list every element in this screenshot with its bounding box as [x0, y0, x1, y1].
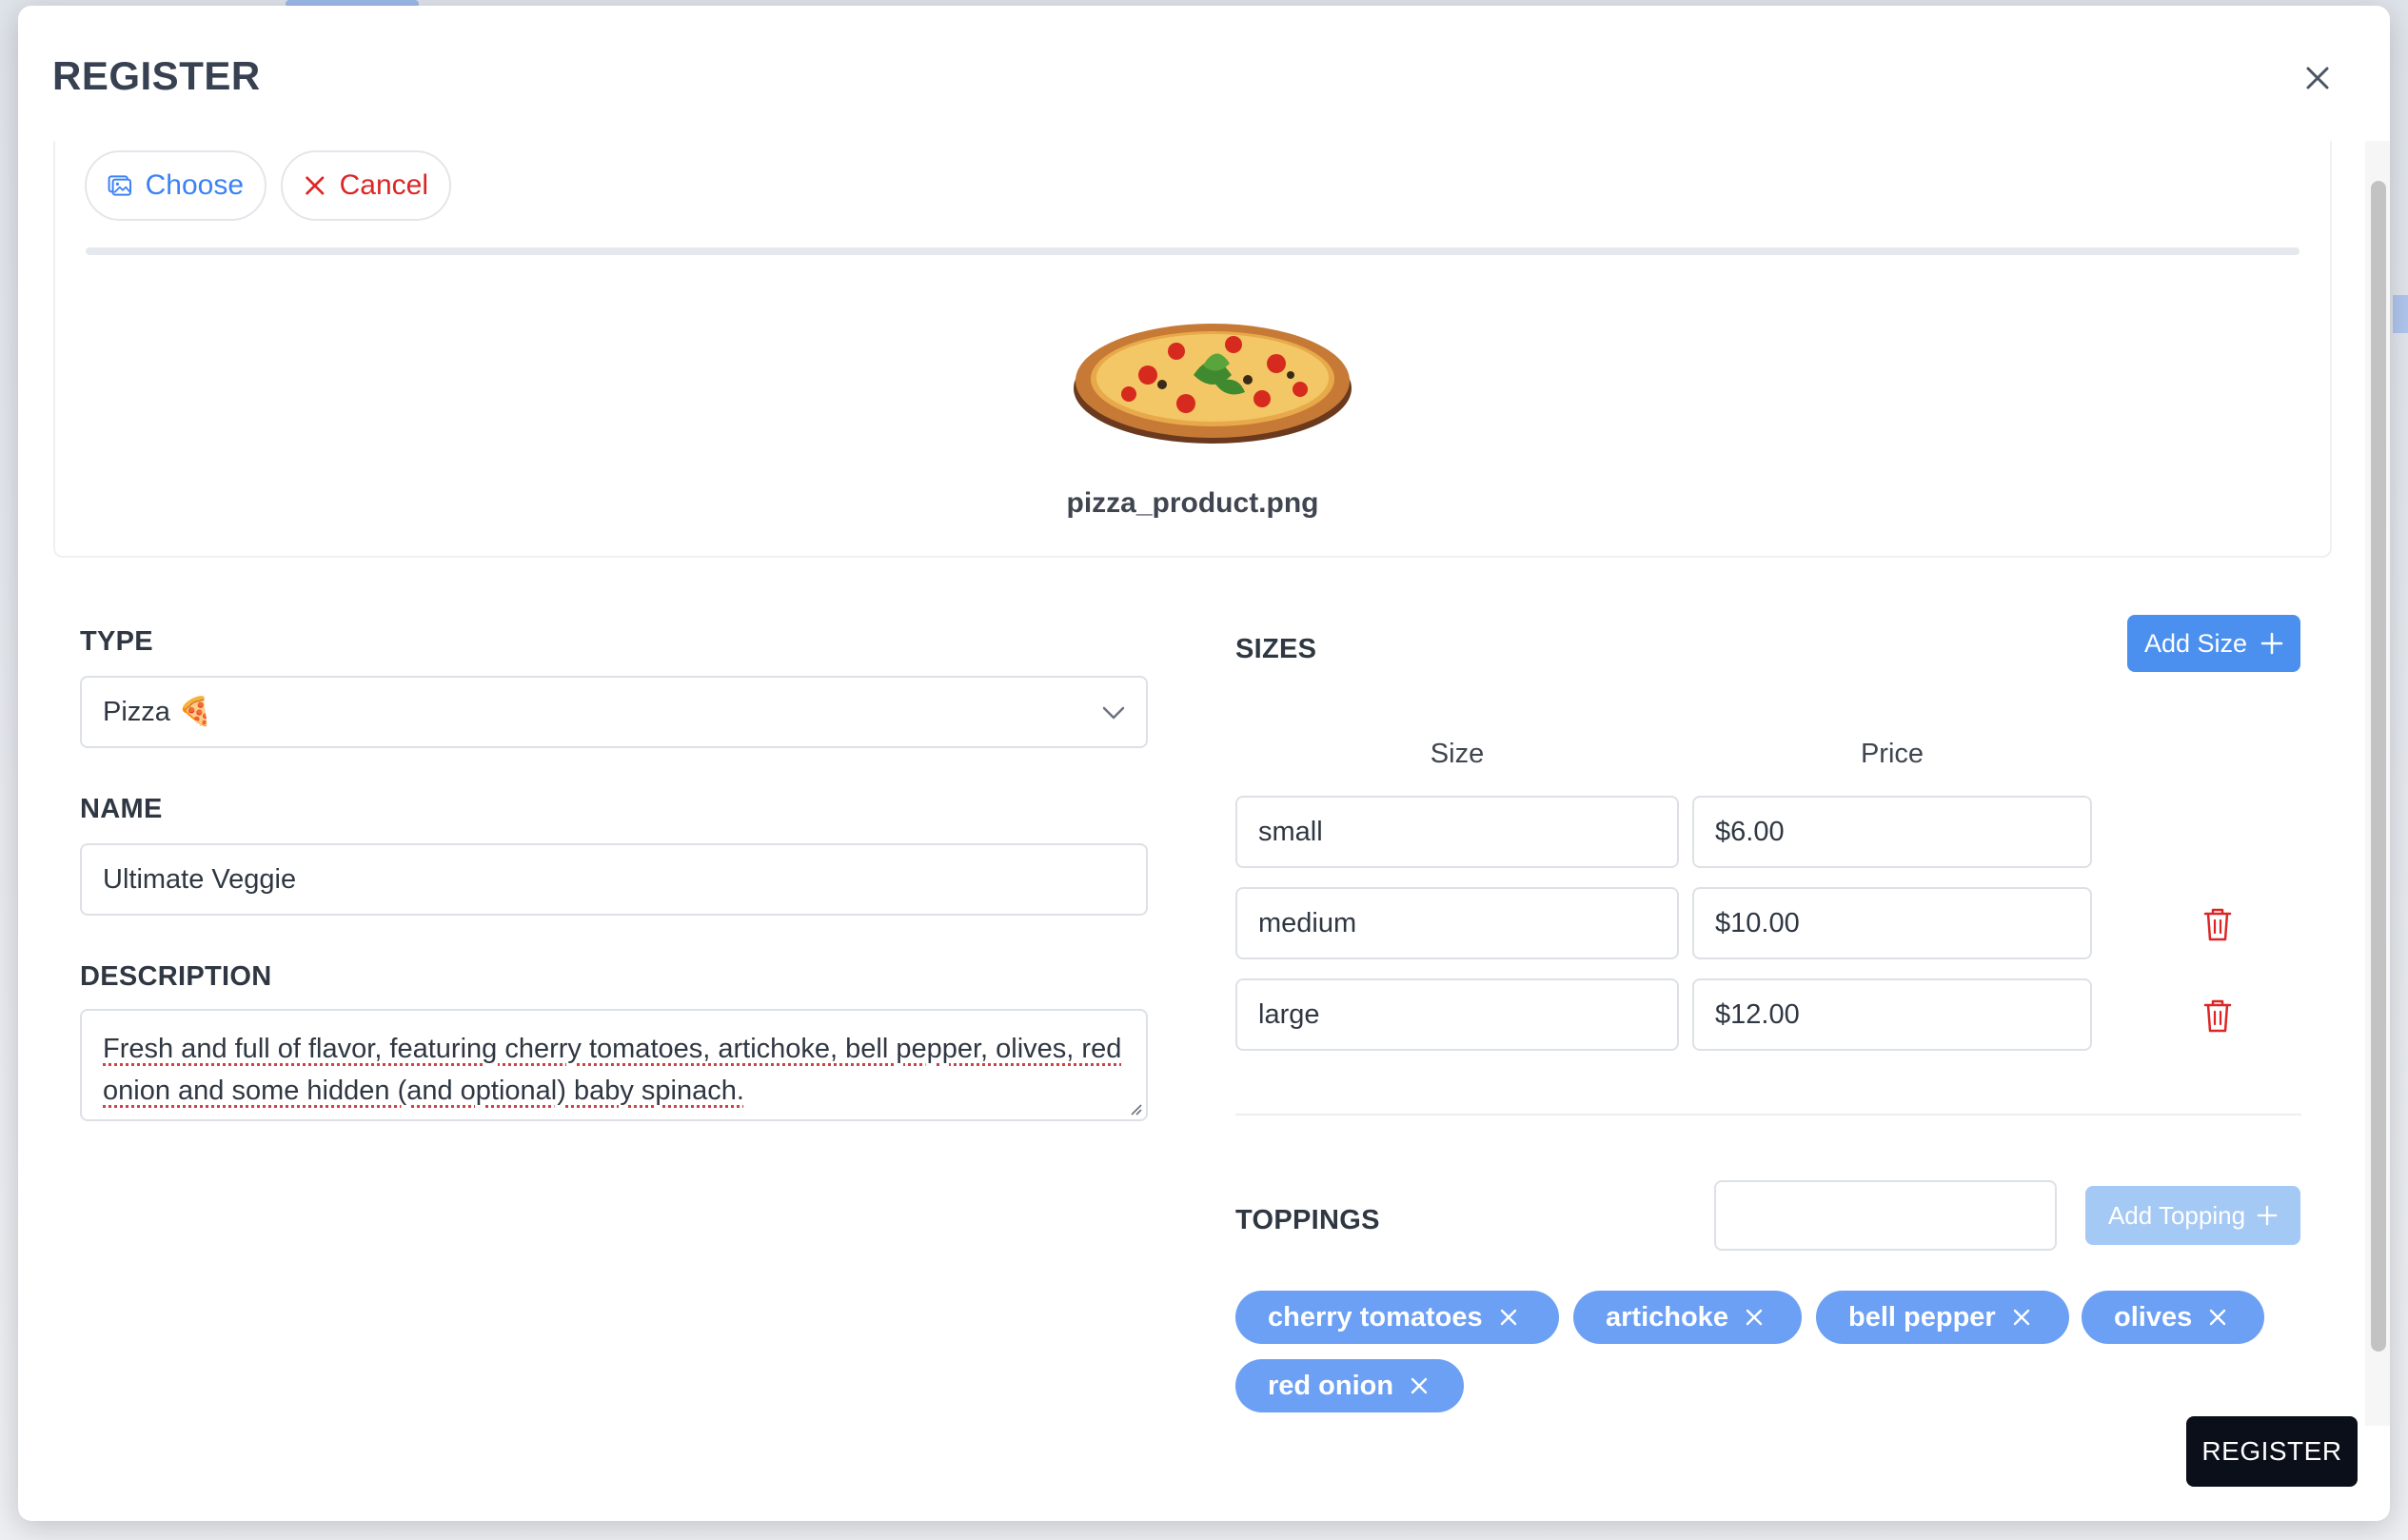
- file-upload-panel: Choose Cancel pizza_product.png: [53, 141, 2332, 558]
- add-size-label: Add Size: [2143, 628, 2248, 658]
- price-input-value: $6.00: [1715, 816, 1785, 847]
- topping-chip-label: bell pepper: [1848, 1301, 1996, 1333]
- remove-icon[interactable]: [1498, 1307, 1519, 1328]
- choose-button[interactable]: Choose: [85, 150, 266, 221]
- topping-chip: red onion: [1235, 1359, 1464, 1412]
- topping-chip-label: artichoke: [1606, 1301, 1728, 1333]
- size-column-header: Size: [1430, 739, 1485, 769]
- price-column-header: Price: [1860, 739, 1924, 769]
- type-select-value: Pizza 🍕: [103, 697, 213, 727]
- topping-chip: olives: [2082, 1291, 2264, 1344]
- type-label: TYPE: [80, 626, 153, 657]
- modal-title: REGISTER: [52, 53, 261, 98]
- plus-icon: [2260, 632, 2283, 655]
- trash-icon[interactable]: [2201, 906, 2234, 942]
- type-select[interactable]: Pizza 🍕: [80, 676, 1148, 748]
- cancel-label: Cancel: [339, 169, 428, 201]
- remove-icon[interactable]: [2207, 1307, 2228, 1328]
- remove-icon[interactable]: [2011, 1307, 2032, 1328]
- section-divider: [1235, 1114, 2301, 1116]
- name-input-value: Ultimate Veggie: [103, 863, 297, 895]
- cancel-button[interactable]: Cancel: [281, 150, 451, 221]
- name-input[interactable]: Ultimate Veggie: [80, 843, 1148, 916]
- price-input-value: $10.00: [1715, 907, 1800, 938]
- size-input-value: medium: [1258, 907, 1357, 938]
- size-input[interactable]: small: [1235, 796, 1679, 868]
- topping-chip-label: cherry tomatoes: [1268, 1301, 1483, 1333]
- plus-icon: [2257, 1205, 2278, 1226]
- topping-input[interactable]: [1714, 1180, 2057, 1251]
- close-icon: [306, 176, 325, 195]
- size-input[interactable]: medium: [1235, 887, 1679, 959]
- choose-label: Choose: [145, 169, 244, 201]
- topping-chip: cherry tomatoes: [1235, 1291, 1559, 1344]
- image-icon: [108, 175, 131, 196]
- description-label: DESCRIPTION: [80, 961, 272, 992]
- topping-chip: artichoke: [1573, 1291, 1802, 1344]
- name-label: NAME: [80, 794, 163, 824]
- register-button[interactable]: REGISTER: [2186, 1416, 2358, 1487]
- price-input[interactable]: $12.00: [1692, 978, 2092, 1051]
- description-value: Fresh and full of flavor, featuring cher…: [103, 1034, 1122, 1106]
- add-topping-label: Add Topping: [2107, 1200, 2246, 1230]
- toppings-title: TOPPINGS: [1235, 1205, 1380, 1235]
- remove-icon[interactable]: [1409, 1375, 1430, 1396]
- upload-progress-bar: [86, 247, 2299, 255]
- close-button[interactable]: [2300, 61, 2335, 95]
- sizes-title: SIZES: [1235, 634, 1317, 664]
- backdrop-blur: [2393, 295, 2408, 333]
- size-input-value: small: [1258, 816, 1323, 847]
- remove-icon[interactable]: [1744, 1307, 1765, 1328]
- price-input[interactable]: $6.00: [1692, 796, 2092, 868]
- topping-chip-label: red onion: [1268, 1370, 1394, 1401]
- scrollbar-track[interactable]: [2365, 141, 2390, 1426]
- pizza-preview-image: [1074, 324, 1352, 444]
- size-input-value: large: [1258, 998, 1320, 1030]
- register-modal: REGISTER Choose Cancel pizza_product.png…: [18, 6, 2390, 1521]
- trash-icon[interactable]: [2201, 997, 2234, 1034]
- chevron-down-icon: [1102, 706, 1125, 720]
- modal-body[interactable]: Choose Cancel pizza_product.png TYPE Piz…: [18, 141, 2390, 1521]
- price-input-value: $12.00: [1715, 998, 1800, 1030]
- add-topping-button[interactable]: Add Topping: [2085, 1186, 2300, 1245]
- size-input[interactable]: large: [1235, 978, 1679, 1051]
- price-input[interactable]: $10.00: [1692, 887, 2092, 959]
- file-name: pizza_product.png: [1066, 487, 1319, 519]
- add-size-button[interactable]: Add Size: [2127, 615, 2300, 672]
- topping-chip: bell pepper: [1816, 1291, 2069, 1344]
- close-icon: [2306, 67, 2329, 89]
- description-textarea[interactable]: Fresh and full of flavor, featuring cher…: [80, 1009, 1148, 1121]
- topping-chip-label: olives: [2114, 1301, 2193, 1333]
- resize-grip-icon[interactable]: [1127, 1100, 1142, 1116]
- scrollbar-thumb[interactable]: [2371, 181, 2386, 1352]
